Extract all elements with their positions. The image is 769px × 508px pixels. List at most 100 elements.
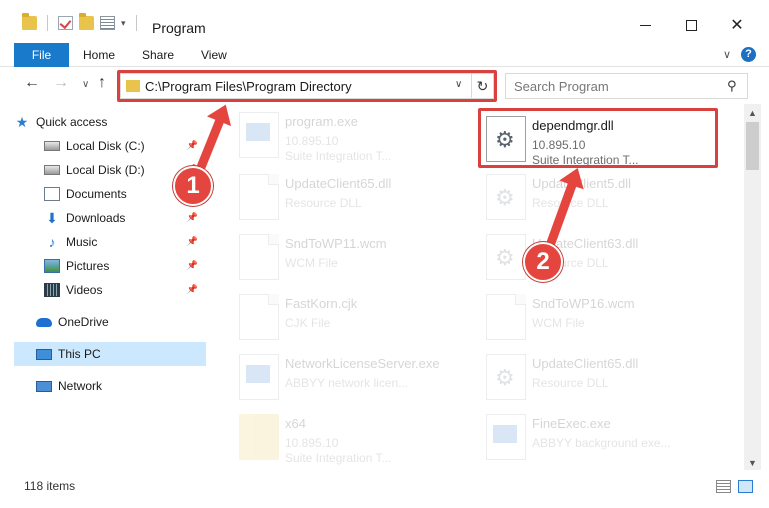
chevron-down-icon: ∨: [82, 79, 90, 90]
file-item-x64-folder[interactable]: x64 10.895.10 Suite Integration T...: [233, 408, 463, 465]
file-item-fineexec-exe[interactable]: FineExec.exe ABBYY background exe...: [480, 408, 710, 464]
sidebar-item-downloads[interactable]: ⬇ Downloads 📌: [44, 206, 206, 230]
pin-icon[interactable]: 📌: [187, 260, 198, 271]
expand-ribbon-chevron-icon[interactable]: ∨: [723, 48, 731, 61]
sidebar-item-label: Documents: [66, 187, 127, 201]
new-folder-icon[interactable]: [79, 13, 94, 30]
close-button[interactable]: ✕: [714, 12, 760, 40]
exe-icon: [239, 112, 279, 158]
file-item-updateclient65-dll-2[interactable]: ⚙ UpdateClient65.dll Resource DLL: [480, 348, 710, 404]
title-bar: ▾ Program ✕: [0, 0, 769, 40]
up-button[interactable]: ↑: [98, 74, 106, 92]
window-title: Program: [152, 20, 206, 36]
item-count: 118 items: [24, 479, 76, 493]
gear-icon: ⚙: [495, 185, 515, 210]
documents-icon: [44, 187, 60, 201]
sidebar-item-label: Local Disk (C:): [66, 139, 145, 153]
file-item-updateclient65-dll[interactable]: UpdateClient65.dll Resource DLL: [233, 168, 463, 224]
back-button[interactable]: ←: [24, 74, 40, 92]
music-icon: ♪: [48, 234, 56, 250]
file-item-fastkorn-cjk[interactable]: FastKorn.cjk CJK File: [233, 288, 463, 344]
sidebar-item-local-disk-c[interactable]: Local Disk (C:) 📌: [44, 134, 206, 158]
toolbar-separator: [47, 15, 48, 31]
network-icon: [36, 380, 52, 392]
file-item-updateclient5-dll[interactable]: ⚙ UpdateClient5.dll Resource DLL: [480, 168, 710, 224]
gear-file-icon: ⚙: [486, 174, 526, 220]
gear-file-icon: ⚙: [486, 234, 526, 280]
sidebar-item-onedrive[interactable]: OneDrive: [36, 310, 206, 334]
sidebar-item-label: Local Disk (D:): [66, 163, 145, 177]
sidebar-item-quick-access[interactable]: ★ Quick access: [14, 110, 206, 134]
sidebar-item-videos[interactable]: Videos 📌: [44, 278, 206, 302]
sidebar-item-this-pc[interactable]: This PC: [14, 342, 206, 366]
file-icon: [239, 234, 279, 280]
quick-access-toolbar: ▾: [22, 13, 141, 31]
close-icon: ✕: [730, 17, 744, 34]
arrow-up-icon: ↑: [98, 74, 106, 91]
sidebar-item-label: Quick access: [36, 115, 108, 129]
file-item-program-exe[interactable]: program.exe 10.895.10 Suite Integration …: [233, 106, 463, 163]
pin-icon[interactable]: 📌: [187, 212, 198, 223]
toolbar-separator: [135, 15, 137, 31]
minimize-button[interactable]: [622, 12, 668, 40]
file-item-sndtowp16-wcm[interactable]: SndToWP16.wcm WCM File: [480, 288, 710, 344]
onedrive-icon: [36, 317, 52, 327]
maximize-icon: [685, 20, 697, 32]
this-pc-icon: [36, 348, 52, 360]
sidebar-item-music[interactable]: ♪ Music 📌: [44, 230, 206, 254]
search-icon[interactable]: ⚲: [727, 78, 737, 94]
sidebar-item-network[interactable]: Network: [36, 374, 206, 398]
rename-icon[interactable]: [100, 16, 115, 30]
tab-home[interactable]: Home: [83, 43, 115, 67]
recent-locations-button[interactable]: ∨: [82, 79, 89, 90]
pin-icon[interactable]: 📌: [187, 236, 198, 247]
sidebar-item-label: Downloads: [66, 211, 126, 225]
ribbon-tabs: File Home Share View ∨ ?: [0, 43, 769, 67]
pin-icon[interactable]: 📌: [187, 284, 198, 295]
scroll-thumb[interactable]: [746, 122, 759, 170]
minimize-icon: [639, 25, 651, 27]
folder-icon: [239, 414, 279, 460]
vertical-scrollbar[interactable]: ▲ ▼: [744, 104, 761, 470]
sidebar-item-label: Music: [66, 235, 98, 249]
sidebar-item-pictures[interactable]: Pictures 📌: [44, 254, 206, 278]
videos-icon: [44, 283, 60, 297]
scroll-down-icon[interactable]: ▼: [748, 458, 757, 468]
large-icons-view-icon[interactable]: [738, 480, 753, 493]
navigation-pane: ★ Quick access Local Disk (C:) 📌 Local D…: [0, 104, 207, 470]
maximize-button[interactable]: [668, 12, 714, 40]
arrow-left-icon: ←: [24, 74, 40, 91]
file-item-updateclient63-dll[interactable]: ⚙ UpdateClient63.dll Resource DLL: [480, 228, 710, 284]
tab-view[interactable]: View: [201, 43, 227, 67]
help-icon[interactable]: ?: [741, 47, 756, 62]
customize-toolbar-chevron-icon[interactable]: ▾: [121, 18, 126, 29]
sidebar-item-label: Pictures: [66, 259, 110, 273]
drive-icon: [44, 141, 60, 151]
tab-file[interactable]: File: [14, 43, 69, 67]
address-bar-highlight: [117, 70, 497, 102]
file-icon: [239, 294, 279, 340]
drive-icon: [44, 165, 60, 175]
file-item-sndtowp11-wcm[interactable]: SndToWP11.wcm WCM File: [233, 228, 463, 284]
downloads-icon: ⬇: [46, 210, 58, 226]
exe-icon: [486, 414, 526, 460]
gear-file-icon: ⚙: [486, 354, 526, 400]
file-item-networklicenseserver-exe[interactable]: NetworkLicenseServer.exe ABBYY network l…: [233, 348, 463, 404]
gear-icon: ⚙: [495, 245, 515, 270]
properties-check-icon[interactable]: [58, 16, 73, 30]
gear-icon: ⚙: [495, 365, 515, 390]
star-icon: ★: [15, 114, 29, 130]
details-view-icon[interactable]: [716, 480, 731, 493]
search-placeholder: Search Program: [514, 79, 609, 94]
dependmgr-highlight: [478, 108, 718, 168]
step-badge-1: 1: [173, 166, 213, 206]
arrow-right-icon: →: [53, 74, 69, 91]
tab-share[interactable]: Share: [142, 43, 174, 67]
scroll-up-icon[interactable]: ▲: [748, 108, 757, 118]
exe-icon: [239, 354, 279, 400]
sidebar-item-label: OneDrive: [58, 315, 109, 329]
forward-button[interactable]: →: [53, 74, 69, 92]
pin-icon[interactable]: 📌: [187, 140, 198, 151]
file-icon: [239, 174, 279, 220]
search-input[interactable]: Search Program ⚲: [505, 73, 748, 99]
